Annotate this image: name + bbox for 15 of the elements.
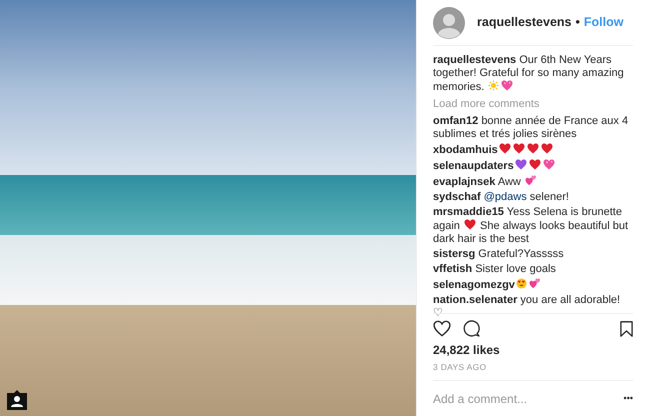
comment: xbodamhuis (433, 143, 633, 157)
comment: vffetish Sister love goals (433, 263, 557, 276)
comment: sistersg Grateful?Yasssss (433, 248, 565, 261)
likes-count[interactable]: 24,822 likes (433, 341, 633, 360)
more-options-button[interactable]: ••• (624, 392, 633, 406)
mention-link[interactable]: @pdaws (484, 191, 527, 203)
separator-dot: • (576, 14, 580, 32)
post-time: 3 DAYS AGO (433, 361, 488, 374)
comment: selenagomezgv (433, 278, 633, 292)
comment: selenaupdaters (433, 159, 633, 173)
comment: sydschaf @pdaws selener! (433, 191, 570, 204)
comment: evaplajnsek Aww (433, 175, 633, 189)
username-link[interactable]: raquellestevens (477, 13, 572, 32)
caption: raquellestevens Our 6th New Years together! Grateful for so many amazing memories. (433, 54, 625, 94)
comment-input-field[interactable]: Add a comment... (433, 390, 624, 408)
